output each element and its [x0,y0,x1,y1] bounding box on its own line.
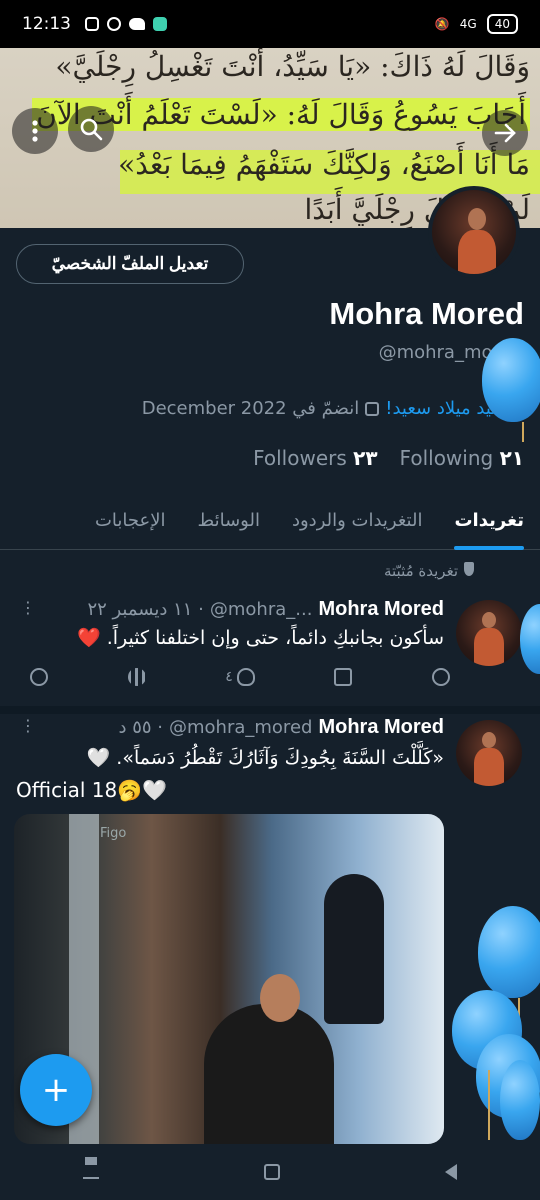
retweet-icon [334,668,353,686]
balloon-string [522,422,524,442]
reply-button[interactable] [431,668,450,686]
tweet-text: «كَلَّلْتَ السَّنَةَ بِجُودِكَ وَآثَارُك… [86,747,444,769]
battery-indicator: 40 [486,14,518,34]
balloon-string [488,1070,490,1140]
tweet-handle: @mohra_... [209,599,313,620]
arrow-right-icon [494,123,516,143]
tab-replies[interactable]: التغريدات والردود [276,490,439,550]
more-vertical-icon [32,120,38,142]
whatsapp-icon [107,17,121,31]
tab-tweets[interactable]: تغريدات [438,490,540,550]
tweet-text-secondary: Official 18🥱🤍 [16,778,168,802]
share-icon [30,668,48,686]
avatar-face [468,208,486,230]
message-icon [153,17,167,31]
balloon-decoration [478,906,540,998]
following-link[interactable]: Following ٢١ [400,446,524,470]
recents-icon[interactable] [82,1165,99,1179]
tweet-header: ٥٥ د · @mohra_mored Mohra Mored [118,716,444,739]
pinned-label: تغريدة مُثبّتة [383,562,458,580]
following-count: ٢١ [499,446,524,470]
banner-text-line: مَا أَنَا أَصْنَعُ، وَلكِنَّكَ سَتَفْهَم… [118,148,530,181]
avatar-face [482,732,496,748]
tweet-header: ١١ ديسمبر ٢٢ · @mohra_... Mohra Mored [87,598,444,621]
balloon-decoration [500,1060,540,1140]
analytics-icon [127,668,146,686]
like-button[interactable]: ٤ [225,668,255,686]
mute-icon: 🔕 [434,17,450,31]
share-button[interactable] [30,668,48,686]
tweet-author[interactable]: Mohra Mored [318,598,444,621]
like-count: ٤ [225,669,233,685]
profile-tabs: تغريدات التغريدات والردود الوسائط الإعجا… [0,490,540,550]
reply-icon [431,668,450,686]
avatar-face [482,612,496,628]
followers-link[interactable]: Followers ٢٣ [253,446,377,470]
profile-bio-location[interactable]: عيد ميلاد سعيد! [385,398,502,419]
followers-count: ٢٣ [353,446,378,470]
follow-stats: Followers ٢٣ Following ٢١ [253,446,524,470]
edit-profile-button[interactable]: تعديل الملفّ الشخصيّ [16,244,244,284]
joined-date: انضمّ في December 2022 [141,398,360,419]
tweet-avatar[interactable] [456,600,522,666]
tweet-author[interactable]: Mohra Mored [318,716,444,739]
balloon-decoration [520,604,540,674]
tweet-more-icon[interactable]: ⋮ [20,716,36,735]
tab-media[interactable]: الوسائط [182,490,276,550]
notification-icons [85,17,167,31]
tab-likes[interactable]: الإعجابات [79,490,182,550]
avatar-body [458,230,496,274]
image-person [204,1004,334,1144]
followers-label: Followers [253,446,347,470]
search-button[interactable] [68,106,114,152]
status-bar: 12:13 🔕 4G 40 [0,0,540,48]
back-nav-icon[interactable] [445,1164,458,1180]
twitter-icon [129,18,145,30]
avatar-body [474,628,504,666]
search-icon [80,118,103,141]
tweet-handle: @mohra_mored [169,717,313,738]
tweet-avatar[interactable] [456,720,522,786]
tweet-time: ٥٥ د · [118,717,163,738]
more-options-button[interactable] [12,108,58,154]
following-label: Following [399,446,494,470]
network-indicator: 4G [459,17,477,31]
heart-icon [236,668,255,686]
profile-avatar[interactable] [428,186,520,278]
avatar-body [474,748,504,786]
tweet-divider [0,706,540,714]
retweet-button[interactable] [334,668,353,686]
status-time: 12:13 [22,14,71,34]
home-icon[interactable] [263,1164,280,1180]
tweet-text: سأكون بجانبكِ دائماً، حتى وإن اختلفنا كث… [77,627,444,649]
back-button[interactable] [482,110,528,156]
tweet-actions: ٤ [30,668,450,686]
image-caption: Figo [100,826,127,841]
image-person-face [260,974,300,1022]
profile-name: Mohra Mored [329,296,524,331]
tweet-time: ١١ ديسمبر ٢٢ · [87,599,204,620]
pinned-indicator: تغريدة مُثبّتة [384,562,474,580]
image-poster-figure [324,874,384,1024]
analytics-button[interactable] [127,668,146,686]
tweet-more-icon[interactable]: ⋮ [20,598,36,617]
status-right: 🔕 4G 40 [435,14,518,34]
banner-text-line: وَقَالَ لَهُ ذَاكَ: «يَا سَيِّدُ، أَنْتَ… [55,50,530,83]
balloon-decoration [482,338,540,422]
system-nav-bar [0,1144,540,1200]
instagram-icon [85,17,99,31]
profile-meta: عيد ميلاد سعيد! انضمّ في December 2022 [142,398,522,419]
calendar-icon [365,401,380,416]
pin-icon [464,562,474,576]
compose-tweet-button[interactable]: + [20,1054,92,1126]
